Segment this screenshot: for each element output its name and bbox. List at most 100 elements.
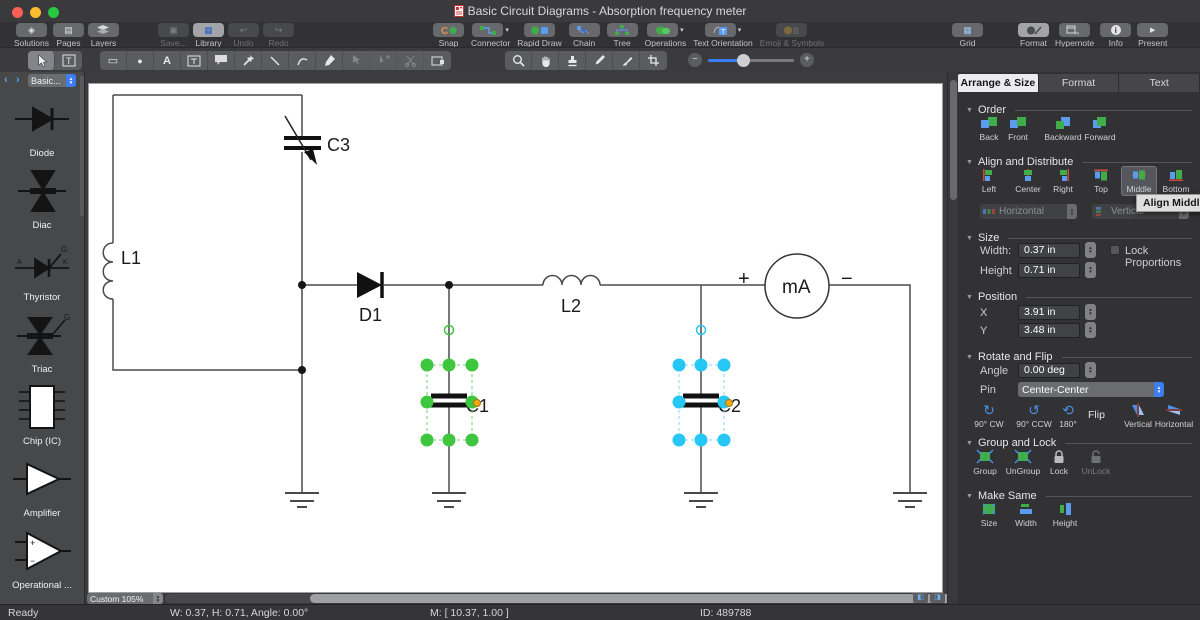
- eyedropper-tool[interactable]: [586, 51, 613, 70]
- zoom-slider[interactable]: [708, 53, 794, 67]
- shape-thyristor[interactable]: GAK Thyristor: [0, 238, 84, 310]
- library-prev-button[interactable]: ‹: [4, 74, 8, 86]
- vertical-scrollbar-thumb[interactable]: [950, 80, 957, 200]
- capacitor-c1[interactable]: [431, 393, 467, 408]
- crop-tool[interactable]: [640, 51, 667, 70]
- align-right-button[interactable]: Right: [1045, 168, 1081, 194]
- size-section-header[interactable]: ▼ Size: [966, 232, 1192, 244]
- align-left-button[interactable]: Left: [971, 168, 1007, 194]
- select-tool[interactable]: [28, 51, 55, 70]
- pen-tool[interactable]: [316, 51, 343, 70]
- shape-op-amp[interactable]: + − Operational ...: [0, 526, 84, 598]
- y-input[interactable]: 3.48 in: [1018, 323, 1080, 338]
- order-front-button[interactable]: Front: [995, 116, 1041, 142]
- snap-button[interactable]: C Snap: [433, 23, 464, 48]
- chain-button[interactable]: Chain: [568, 23, 600, 48]
- hypernote-button[interactable]: ∞ Hypernote: [1055, 23, 1094, 48]
- height-input[interactable]: 0.71 in: [1018, 263, 1080, 278]
- align-middle-button[interactable]: Middle: [1121, 166, 1157, 196]
- align-top-button[interactable]: Top: [1083, 168, 1119, 194]
- connector-button[interactable]: ▾ Connector: [471, 23, 510, 48]
- align-bottom-button[interactable]: Bottom: [1158, 168, 1194, 194]
- shape-amplifier[interactable]: Amplifier: [0, 454, 84, 526]
- zoom-out-button[interactable]: −: [688, 53, 702, 67]
- horizontal-scrollbar[interactable]: [165, 594, 990, 603]
- pin-select-stepper[interactable]: ▲ ▼: [1154, 382, 1164, 397]
- x-stepper[interactable]: ▲ ▼: [1085, 304, 1096, 320]
- align-center-button[interactable]: Center: [1010, 168, 1046, 194]
- circuit-diagram[interactable]: L1 C3 D1 L2 C1 C2 mA + −: [85, 72, 947, 604]
- zoom-tool[interactable]: [505, 51, 532, 70]
- tree-button[interactable]: Tree: [606, 23, 638, 48]
- canvas-zoom-stepper[interactable]: ▲ ▼: [153, 593, 163, 604]
- text-orientation-button[interactable]: T ▾ Text Orientation: [693, 23, 753, 48]
- canvas-zoom-select[interactable]: Custom 105% ▲ ▼: [87, 593, 163, 604]
- tab-text[interactable]: Text: [1119, 74, 1200, 92]
- width-input[interactable]: 0.37 in: [1018, 243, 1080, 258]
- shape-triac[interactable]: G Triac: [0, 310, 84, 382]
- shape-diac[interactable]: Diac: [0, 166, 84, 238]
- layers-button[interactable]: Layers: [87, 23, 119, 48]
- position-section-header[interactable]: ▼ Position: [966, 291, 1192, 303]
- make-same-section-header[interactable]: ▼ Make Same: [966, 490, 1192, 502]
- capacitor-c2[interactable]: [683, 393, 719, 408]
- rotate-180-button[interactable]: ⟲ 180°: [1045, 403, 1091, 429]
- height-stepper[interactable]: ▲ ▼: [1085, 262, 1096, 278]
- library-button[interactable]: ▦ Library: [193, 23, 224, 48]
- flip-horizontal-button[interactable]: Horizontal: [1151, 403, 1197, 429]
- present-button[interactable]: ▶ Present: [1137, 23, 1169, 48]
- comment-tool[interactable]: [208, 51, 235, 70]
- library-select-stepper[interactable]: ▲ ▼: [66, 74, 76, 87]
- tab-arrange-size[interactable]: Arrange & Size: [958, 74, 1039, 92]
- make-same-height-button[interactable]: Height: [1042, 502, 1088, 528]
- library-next-button[interactable]: ›: [16, 74, 20, 86]
- rotate-90cw-button[interactable]: ↻ 90° CW: [966, 403, 1012, 429]
- brush-tool[interactable]: [613, 51, 640, 70]
- rectangle-tool[interactable]: ▭: [100, 51, 127, 70]
- info-button[interactable]: i Info: [1100, 23, 1132, 48]
- angle-stepper[interactable]: ▲ ▼: [1085, 362, 1096, 378]
- zoom-in-button[interactable]: +: [800, 53, 814, 67]
- edit-node-icon: [352, 55, 360, 64]
- y-stepper[interactable]: ▲ ▼: [1085, 322, 1096, 338]
- drawing-canvas[interactable]: L1 C3 D1 L2 C1 C2 mA + −: [85, 72, 990, 604]
- shape-chip-ic[interactable]: Chip (IC): [0, 382, 84, 454]
- pages-button[interactable]: ▤ Pages: [52, 23, 84, 48]
- rotate-section-header[interactable]: ▼ Rotate and Flip: [966, 351, 1192, 363]
- horizontal-scrollbar-thumb[interactable]: [310, 594, 990, 603]
- zoom-slider-thumb[interactable]: [737, 53, 750, 67]
- order-forward-button[interactable]: Forward: [1077, 116, 1123, 142]
- arrow-tool[interactable]: [235, 51, 262, 70]
- width-stepper[interactable]: ▲ ▼: [1085, 242, 1096, 258]
- curve-tool[interactable]: [289, 51, 316, 70]
- pan-tool[interactable]: [532, 51, 559, 70]
- shape-diode[interactable]: Diode: [0, 94, 84, 166]
- pin-select[interactable]: Center-Center ▲ ▼: [1018, 382, 1164, 397]
- diode-d1[interactable]: [357, 272, 384, 298]
- page-next-button[interactable]: ◨: [930, 593, 945, 603]
- angle-input[interactable]: 0.00 deg: [1018, 363, 1080, 378]
- x-input[interactable]: 3.91 in: [1018, 305, 1080, 320]
- lock-proportions-checkbox[interactable]: [1110, 245, 1120, 255]
- selection-c1[interactable]: [420, 324, 481, 447]
- shape-edit-tool[interactable]: [424, 51, 451, 70]
- grid-button[interactable]: ▦ Grid: [952, 23, 983, 48]
- page-prev-button[interactable]: ◧: [913, 593, 928, 603]
- selection-c2[interactable]: [672, 324, 733, 447]
- align-section-header[interactable]: ▼ Align and Distribute: [966, 156, 1192, 168]
- vertical-scrollbar[interactable]: [947, 72, 958, 604]
- operations-button[interactable]: ▾ Operations: [645, 23, 686, 48]
- ellipse-tool[interactable]: ●: [127, 51, 154, 70]
- stamp-tool[interactable]: [559, 51, 586, 70]
- text-tool[interactable]: A: [154, 51, 181, 70]
- textbox-tool[interactable]: [181, 51, 208, 70]
- order-section-header[interactable]: ▼ Order: [966, 104, 1192, 116]
- line-tool[interactable]: [262, 51, 289, 70]
- library-select[interactable]: Basic... ▲ ▼: [28, 74, 76, 87]
- text-select-tool[interactable]: T: [55, 51, 82, 70]
- tab-format[interactable]: Format: [1038, 74, 1120, 92]
- format-button[interactable]: Format: [1018, 23, 1049, 48]
- solutions-button[interactable]: ◈ Solutions: [14, 23, 49, 48]
- rapid-draw-button[interactable]: Rapid Draw: [517, 23, 562, 48]
- group-section-header[interactable]: ▼ Group and Lock: [966, 437, 1192, 449]
